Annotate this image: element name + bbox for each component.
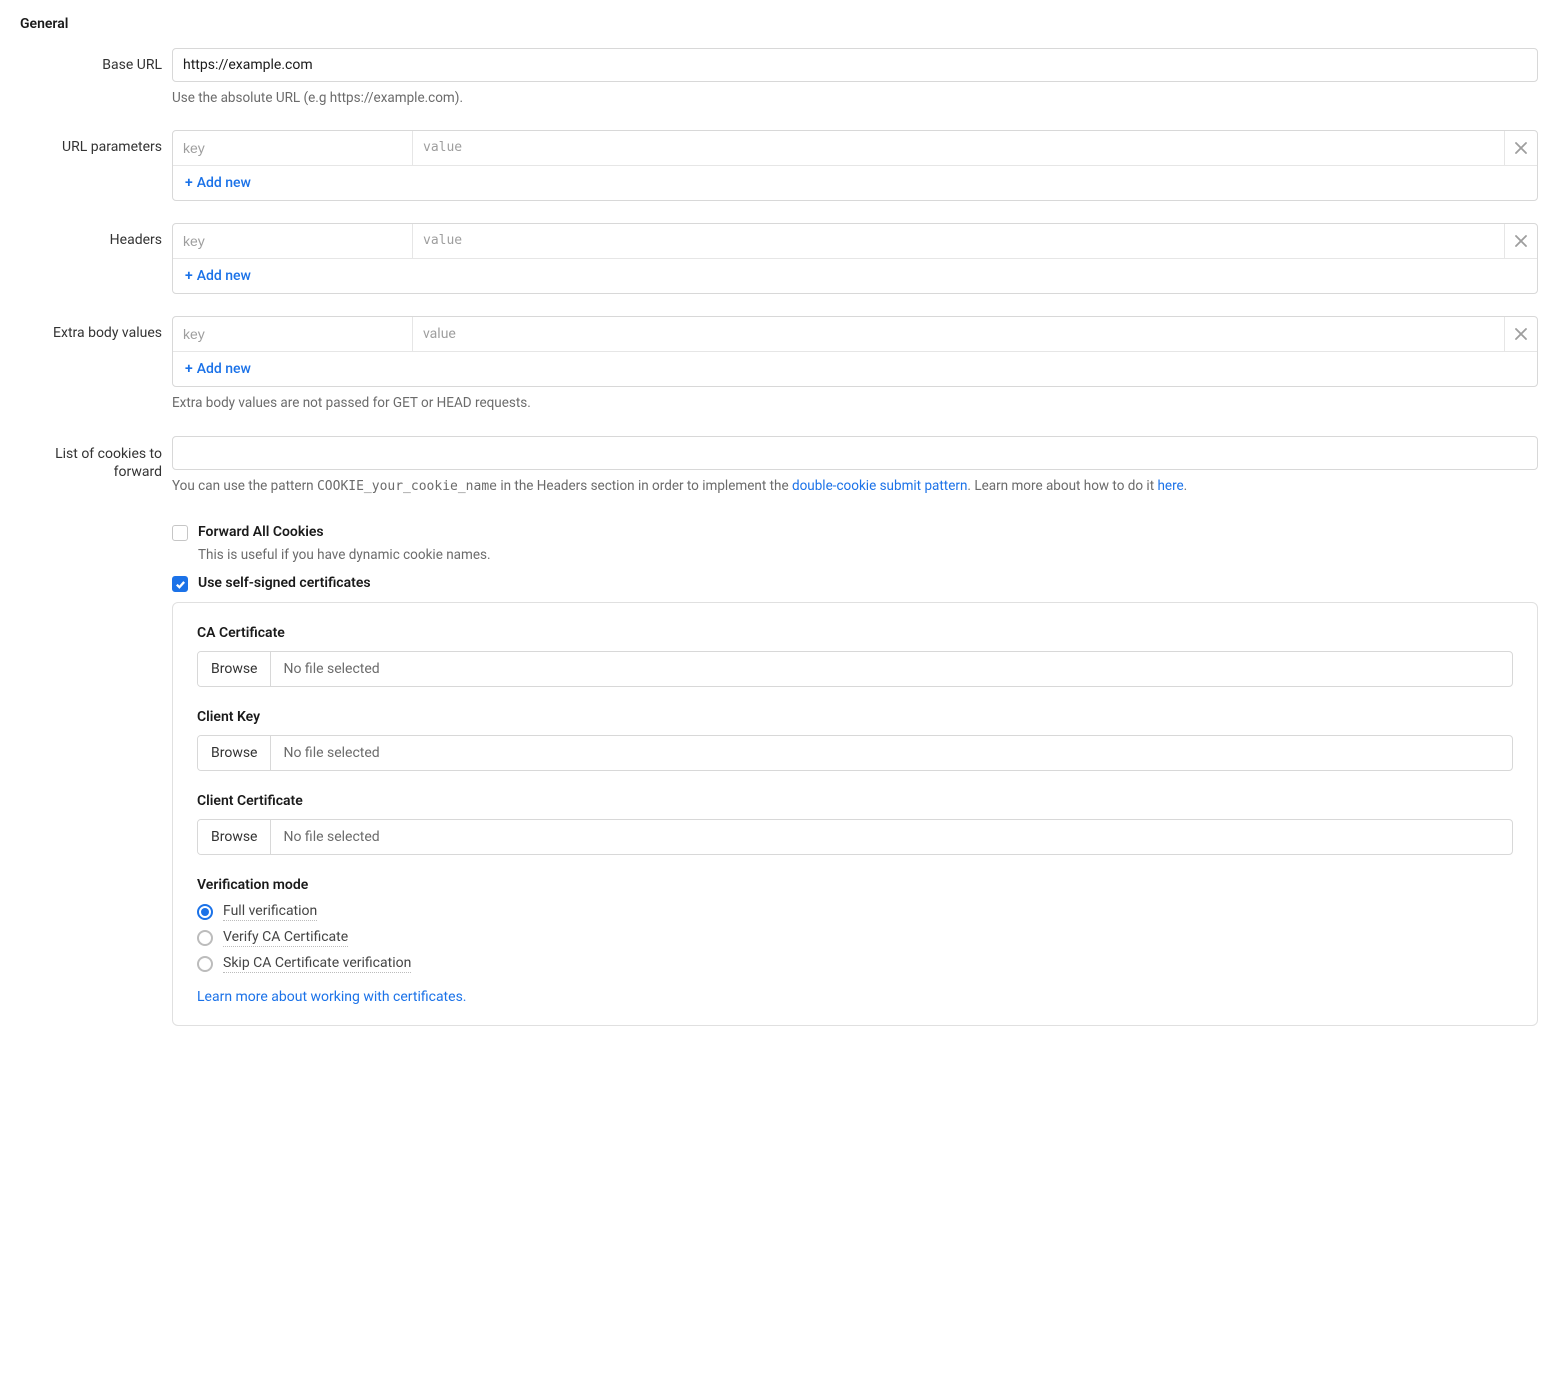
verification-full-option[interactable]: Full verification — [197, 903, 1513, 921]
verification-skip-option[interactable]: Skip CA Certificate verification — [197, 955, 1513, 973]
double-cookie-link[interactable]: double-cookie submit pattern — [792, 478, 967, 494]
here-link[interactable]: here — [1157, 478, 1183, 494]
forward-all-checkbox[interactable] — [172, 525, 188, 541]
plus-icon: + — [185, 175, 193, 191]
section-title: General — [20, 16, 1538, 32]
self-signed-checkbox[interactable] — [172, 576, 188, 592]
radio-icon — [197, 956, 213, 972]
cert-learn-more-link[interactable]: Learn more about working with certificat… — [197, 989, 466, 1005]
base-url-input[interactable] — [172, 48, 1538, 82]
verification-verify-ca-option[interactable]: Verify CA Certificate — [197, 929, 1513, 947]
extra-body-help: Extra body values are not passed for GET… — [172, 393, 1538, 413]
headers-label: Headers — [20, 223, 172, 248]
verification-mode-label: Verification mode — [197, 877, 1513, 893]
headers-row — [173, 224, 1537, 259]
self-signed-label[interactable]: Use self-signed certificates — [198, 575, 371, 591]
url-params-key-input[interactable] — [173, 131, 412, 165]
headers-value-input[interactable] — [413, 224, 1504, 257]
url-params-row — [173, 131, 1537, 166]
ca-cert-browse-button[interactable]: Browse — [198, 652, 271, 686]
verification-skip-label: Skip CA Certificate verification — [223, 955, 411, 973]
base-url-help: Use the absolute URL (e.g https://exampl… — [172, 88, 1538, 108]
check-icon — [175, 579, 186, 590]
extra-body-delete-button[interactable] — [1505, 317, 1537, 351]
close-icon — [1514, 234, 1528, 248]
client-cert-label: Client Certificate — [197, 793, 1513, 809]
url-params-label: URL parameters — [20, 130, 172, 155]
url-params-delete-button[interactable] — [1505, 131, 1537, 165]
url-params-value-input[interactable] — [413, 131, 1504, 164]
cookies-help: You can use the pattern COOKIE_your_cook… — [172, 476, 1538, 497]
close-icon — [1514, 327, 1528, 341]
client-key-file-text: No file selected — [271, 736, 1512, 770]
verification-verify-ca-label: Verify CA Certificate — [223, 929, 348, 947]
client-cert-file-text: No file selected — [271, 820, 1512, 854]
forward-all-label[interactable]: Forward All Cookies — [198, 524, 324, 540]
headers-add-label: Add new — [197, 268, 251, 284]
extra-body-row — [173, 317, 1537, 352]
headers-add-button[interactable]: + Add new — [173, 259, 1537, 293]
radio-icon — [197, 904, 213, 920]
extra-body-add-button[interactable]: + Add new — [173, 352, 1537, 386]
extra-body-add-label: Add new — [197, 361, 251, 377]
cookies-label: List of cookies to forward — [20, 436, 172, 483]
extra-body-key-input[interactable] — [173, 317, 412, 351]
client-cert-browse-button[interactable]: Browse — [198, 820, 271, 854]
cookies-input[interactable] — [172, 436, 1538, 470]
client-key-label: Client Key — [197, 709, 1513, 725]
ca-cert-label: CA Certificate — [197, 625, 1513, 641]
ca-cert-file-text: No file selected — [271, 652, 1512, 686]
headers-delete-button[interactable] — [1505, 224, 1537, 258]
base-url-label: Base URL — [20, 48, 172, 73]
cert-panel: CA Certificate Browse No file selected C… — [172, 602, 1538, 1026]
plus-icon: + — [185, 361, 193, 377]
client-key-browse-button[interactable]: Browse — [198, 736, 271, 770]
headers-key-input[interactable] — [173, 224, 412, 258]
verification-full-label: Full verification — [223, 903, 317, 921]
radio-icon — [197, 930, 213, 946]
url-params-add-button[interactable]: + Add new — [173, 166, 1537, 200]
forward-all-sub: This is useful if you have dynamic cooki… — [198, 547, 1538, 563]
close-icon — [1514, 141, 1528, 155]
plus-icon: + — [185, 268, 193, 284]
extra-body-label: Extra body values — [20, 316, 172, 341]
url-params-add-label: Add new — [197, 175, 251, 191]
extra-body-value-input[interactable] — [413, 317, 1504, 351]
